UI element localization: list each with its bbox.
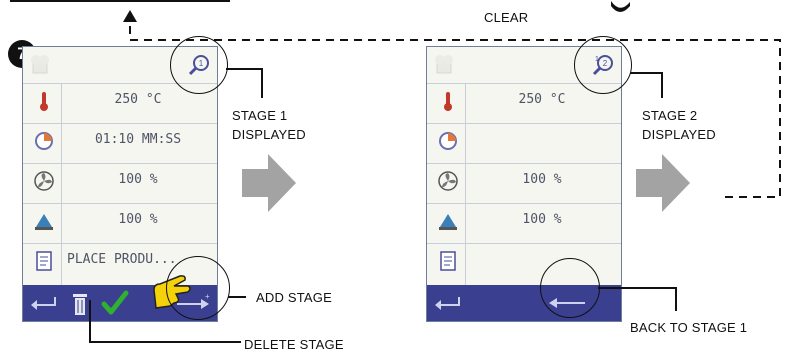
- stage1-label-line1: STAGE 1: [232, 108, 288, 123]
- stage2-connector-h: [630, 72, 662, 74]
- add-stage-connector: [228, 296, 246, 298]
- return-arrow-icon[interactable]: [29, 293, 59, 313]
- stage1-connector-v: [261, 68, 263, 98]
- delete-stage-connector-h: [89, 341, 241, 343]
- fan-value: 100 %: [522, 172, 562, 187]
- humidity-icon: [35, 214, 53, 230]
- time-value: 01:10 MM:SS: [94, 132, 182, 147]
- fan-row[interactable]: 100 %: [427, 163, 621, 200]
- delete-stage-label: DELETE STAGE: [244, 337, 344, 352]
- back-to-stage1-label: BACK TO STAGE 1: [630, 320, 748, 335]
- thermometer-icon: [444, 92, 452, 111]
- chef-hat-icon: [31, 55, 49, 74]
- fan-icon: [438, 171, 458, 191]
- stage2-connector-v: [661, 72, 663, 98]
- time-row[interactable]: [427, 123, 621, 160]
- thermometer-icon: [40, 92, 48, 111]
- humidity-value: 100 %: [522, 212, 562, 227]
- transition-arrow-icon: [636, 154, 690, 212]
- back-stage-connector-h: [598, 287, 676, 289]
- temperature-value: 250 °C: [518, 92, 566, 107]
- humidity-row[interactable]: 100 %: [23, 203, 217, 240]
- add-stage-callout-circle: [166, 256, 230, 320]
- fan-value: 100 %: [118, 172, 158, 187]
- stage2-magnifier-callout-circle: [574, 36, 632, 94]
- humidity-value: 100 %: [118, 212, 158, 227]
- clock-icon: [439, 132, 457, 150]
- delete-stage-connector-v: [89, 300, 91, 342]
- add-stage-label: ADD STAGE: [256, 290, 332, 305]
- stage2-label-line1: STAGE 2: [642, 108, 698, 123]
- stage2-label-line2: DISPLAYED: [642, 127, 716, 142]
- clock-icon: [35, 132, 53, 150]
- humidity-row[interactable]: 100 %: [427, 203, 621, 240]
- fan-row[interactable]: 100 %: [23, 163, 217, 200]
- confirm-check-icon[interactable]: [101, 289, 129, 317]
- clear-label: CLEAR: [484, 10, 529, 25]
- note-icon: [36, 251, 52, 271]
- stage1-label-line2: DISPLAYED: [232, 127, 306, 142]
- time-row[interactable]: 01:10 MM:SS: [23, 123, 217, 160]
- stage1-magnifier-callout-circle: [170, 36, 228, 94]
- trash-icon[interactable]: [71, 291, 89, 317]
- return-arrow-icon[interactable]: [433, 293, 463, 313]
- transition-arrow-icon: [242, 154, 296, 212]
- temperature-value: 250 °C: [114, 92, 162, 107]
- back-stage-connector-v: [675, 287, 677, 311]
- stage1-connector-h: [226, 68, 262, 70]
- note-icon: [440, 251, 456, 271]
- chef-hat-icon: [435, 55, 453, 74]
- fan-icon: [34, 171, 54, 191]
- humidity-icon: [439, 214, 457, 230]
- back-stage-callout-circle: [540, 258, 600, 318]
- hand-fragment-icon: [611, 1, 630, 12]
